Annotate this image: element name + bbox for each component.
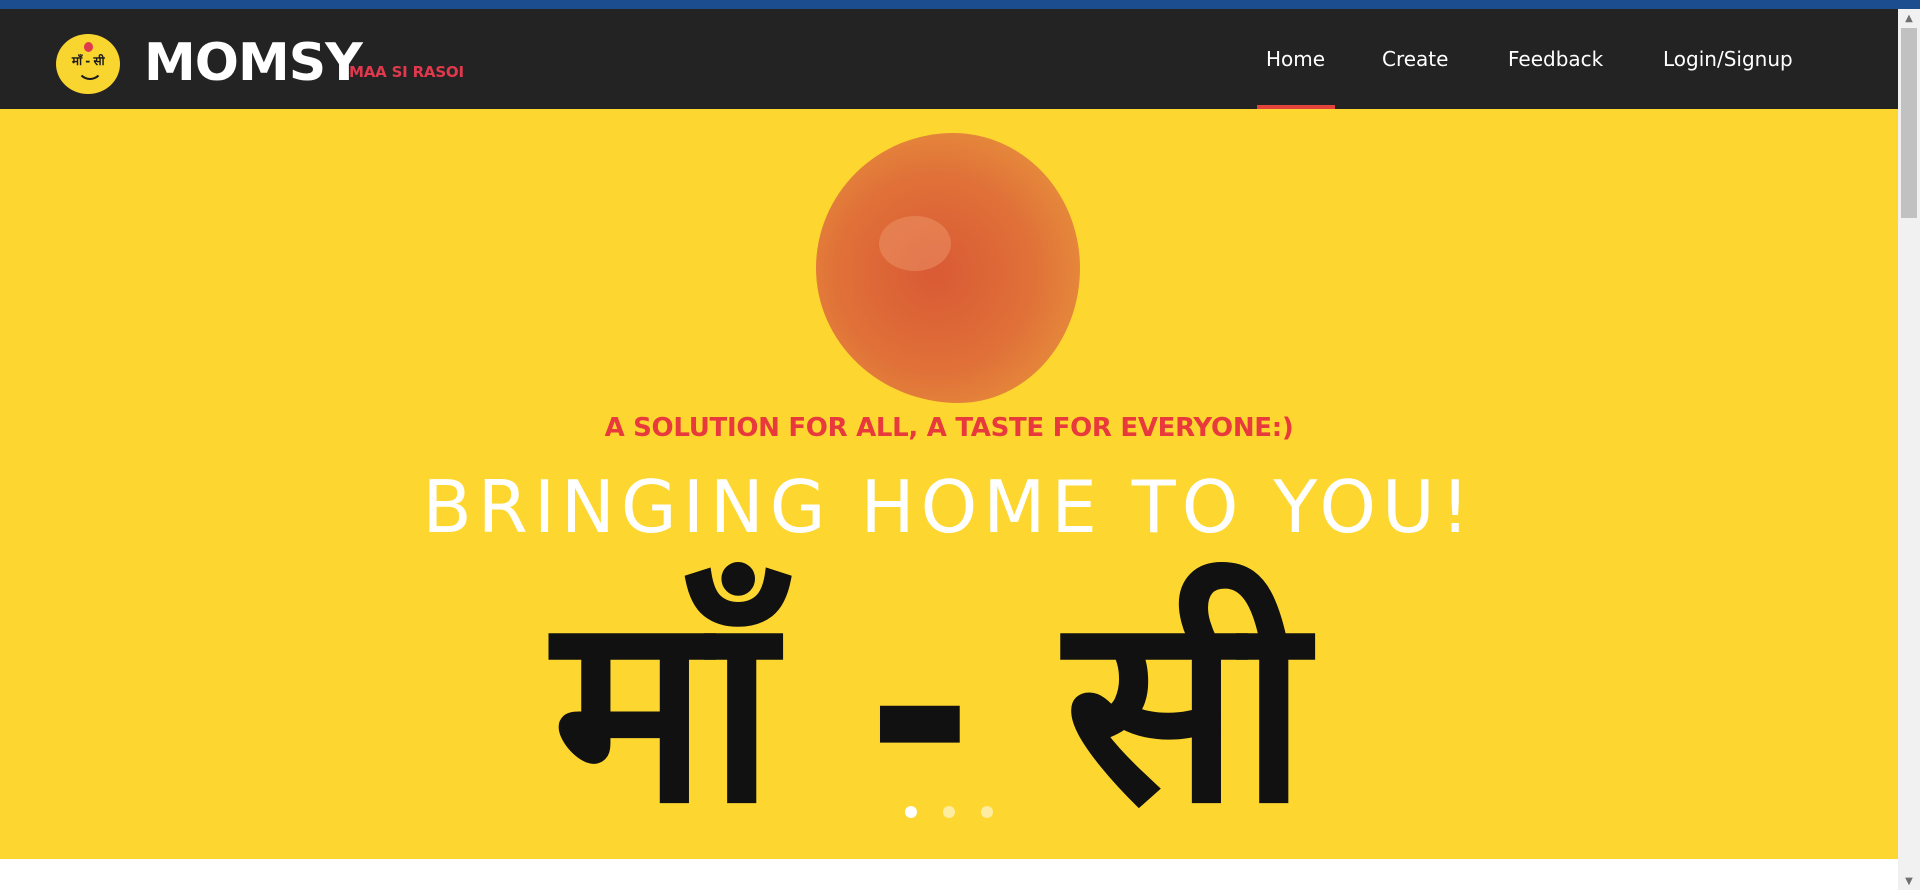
scrollbar-thumb[interactable] — [1901, 28, 1917, 218]
hero-carousel: A SOLUTION FOR ALL, A TASTE FOR EVERYONE… — [0, 109, 1898, 859]
carousel-dot-2[interactable] — [943, 806, 955, 818]
carousel-indicators — [0, 806, 1898, 818]
scroll-up-icon[interactable]: ▲ — [1898, 9, 1920, 27]
hero-tagline: A SOLUTION FOR ALL, A TASTE FOR EVERYONE… — [604, 413, 1294, 443]
logo-dot — [84, 42, 93, 52]
browser-top-strip — [0, 0, 1920, 9]
maa-si-devanagari-artwork: माँ - सी — [540, 549, 1320, 849]
nav-item-create[interactable]: Create — [1382, 47, 1448, 77]
carousel-dot-1[interactable] — [905, 806, 917, 818]
nav-item-feedback[interactable]: Feedback — [1508, 47, 1603, 77]
logo-smile — [77, 66, 103, 80]
tomato-illustration — [816, 133, 1080, 403]
brand-name[interactable]: MOMSY — [144, 31, 363, 95]
hero-headline: BRINGING HOME TO YOU! — [422, 465, 1476, 549]
navbar: माँ - सी MOMSY MAA SI RASOI Home Create … — [0, 9, 1898, 109]
scroll-down-icon[interactable]: ▼ — [1898, 872, 1920, 890]
nav-item-home[interactable]: Home — [1266, 47, 1325, 77]
nav-item-login-signup[interactable]: Login/Signup — [1663, 47, 1793, 77]
logo-icon[interactable]: माँ - सी — [56, 34, 120, 94]
brand-tagline: MAA SI RASOI — [349, 63, 464, 81]
tomato-highlight — [879, 216, 951, 271]
carousel-dot-3[interactable] — [981, 806, 993, 818]
